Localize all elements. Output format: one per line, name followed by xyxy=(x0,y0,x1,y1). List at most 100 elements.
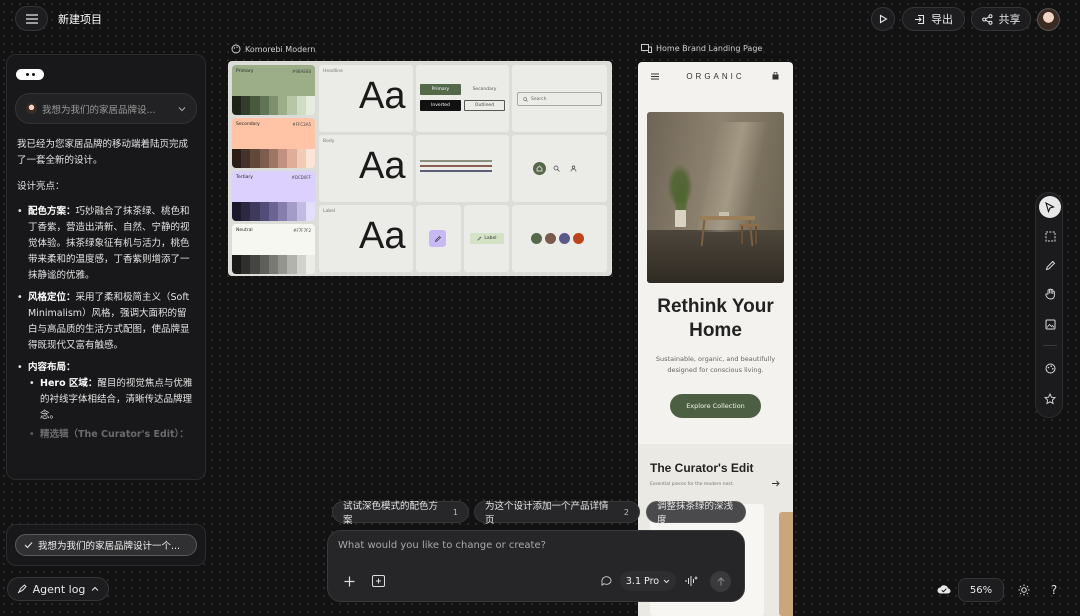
theme-tool[interactable] xyxy=(1039,357,1061,379)
landing-frame-label[interactable]: Home Brand Landing Page xyxy=(641,44,762,53)
chat-bubble-icon[interactable] xyxy=(601,576,612,586)
swatch-fill: Tertiary #DCD0FF xyxy=(232,171,315,202)
design-system-card[interactable]: Primary #9BAE88 Secondary #FFC3A5 Tertiary… xyxy=(228,61,612,276)
swatch-ramp-step xyxy=(278,255,288,274)
marquee-tool[interactable] xyxy=(1039,225,1061,247)
share-button[interactable]: 共享 xyxy=(971,7,1031,31)
swatch-ramp-step xyxy=(287,149,297,168)
swatch-ramp-step xyxy=(232,255,242,274)
suggestion-chip[interactable]: 试试深色模式的配色方案 1 xyxy=(332,501,469,526)
type-tile-headline: Headline Aa xyxy=(319,65,413,132)
person-icon xyxy=(570,165,577,172)
menu-button[interactable] xyxy=(15,6,48,31)
zoom-label: 56% xyxy=(969,584,993,596)
delete-icon xyxy=(573,233,584,244)
swatch-ramp-step xyxy=(287,202,297,221)
swatch-ramp-step xyxy=(232,149,242,168)
favorites-tool[interactable] xyxy=(1039,388,1061,410)
buttons-tile: Primary Secondary Inverted Outlined xyxy=(416,65,509,132)
section-title: The Curator's Edit xyxy=(650,461,754,475)
swatch-ramp-step xyxy=(296,255,306,274)
task-chip[interactable]: 我想为我们的家居品牌设计一个... xyxy=(15,534,197,556)
chat-intro: 我已经为您家居品牌的移动端着陆页完成了一套全新的设计。 xyxy=(17,139,189,166)
sample-chip: Label xyxy=(470,233,504,244)
agent-log-label: Agent log xyxy=(32,582,86,596)
swatch-ramp-step xyxy=(268,96,279,115)
sun-icon xyxy=(1018,584,1030,596)
pen-tool[interactable] xyxy=(1039,254,1061,276)
model-label: 3.1 Pro xyxy=(625,575,660,587)
swatch-ramp-step xyxy=(296,96,306,115)
swatch-ramp-step xyxy=(296,149,306,168)
project-title[interactable]: 新建项目 xyxy=(58,11,102,27)
shopping-bag-icon[interactable] xyxy=(772,72,779,80)
edit-icon xyxy=(429,230,446,247)
type-tile-body: Body Aa xyxy=(319,135,413,202)
chevron-down-icon xyxy=(663,579,670,583)
swatch-ramp-step xyxy=(241,202,251,221)
rocket-icon xyxy=(17,584,27,594)
text-lines-tile xyxy=(416,135,509,202)
theme-toggle-button[interactable] xyxy=(1012,578,1036,602)
zoom-level[interactable]: 56% xyxy=(958,578,1004,602)
swatch-ramp-step xyxy=(259,96,269,115)
export-button[interactable]: 导出 xyxy=(902,7,965,31)
suggestion-chip[interactable]: 调整抹茶绿的深浅度 xyxy=(646,501,746,526)
user-avatar[interactable] xyxy=(1037,8,1060,31)
help-button[interactable]: ? xyxy=(1042,578,1066,602)
swatch-ramp-step xyxy=(287,96,297,115)
user-message-bubble[interactable]: 我想为我们的家居品牌设... xyxy=(15,93,197,124)
swatch-primary: Primary #9BAE88 xyxy=(232,65,315,115)
prompt-input[interactable]: What would you like to change or create? xyxy=(338,540,546,551)
design-system-title: Komorebi Modern xyxy=(245,44,316,54)
edit-icon xyxy=(531,233,542,244)
sample-outlined-button: Outlined xyxy=(464,100,505,111)
marquee-select-icon xyxy=(1045,231,1055,241)
select-tool[interactable] xyxy=(1039,196,1061,218)
chevron-up-icon xyxy=(92,586,99,591)
swatch-ramp-step xyxy=(259,202,269,221)
swatch-ramp-step xyxy=(250,149,260,168)
image-icon xyxy=(1045,319,1055,329)
play-icon xyxy=(879,14,888,24)
type-tile-label: Label Aa xyxy=(319,205,413,272)
check-icon xyxy=(24,542,33,549)
cloud-sync-icon[interactable] xyxy=(937,584,951,594)
hero-subtitle: Sustainable, organic, and beautifully de… xyxy=(655,355,776,374)
play-preview-button[interactable] xyxy=(871,7,895,31)
chat-panel: 我想为我们的家居品牌设... 我已经为您家居品牌的移动端着陆页完成了一套全新的设… xyxy=(6,54,206,480)
brand-logo[interactable]: ORGANIC xyxy=(638,72,793,81)
swatch-secondary: Secondary #FFC3A5 xyxy=(232,118,315,168)
list-item: 内容布局： xyxy=(17,360,195,376)
explore-collection-button[interactable]: Explore Collection xyxy=(670,394,761,418)
chat-highlights-heading: 设计亮点： xyxy=(17,181,65,192)
voice-sparkle-icon[interactable] xyxy=(685,575,698,587)
export-label: 导出 xyxy=(931,13,953,26)
search-icon xyxy=(553,165,560,172)
model-selector[interactable]: 3.1 Pro xyxy=(620,571,676,591)
help-icon: ? xyxy=(1050,583,1058,597)
hand-tool[interactable] xyxy=(1039,283,1061,305)
sample-search-input: Search xyxy=(517,92,602,106)
user-avatar-small xyxy=(26,103,37,114)
edit-icon xyxy=(477,236,482,241)
send-button[interactable] xyxy=(710,571,731,592)
agent-log-button[interactable]: Agent log xyxy=(7,577,109,601)
image-tool[interactable] xyxy=(1039,313,1061,335)
fab-tile xyxy=(416,205,461,272)
search-tile: Search xyxy=(512,65,607,132)
arrow-right-icon[interactable] xyxy=(772,480,780,487)
palette-icon xyxy=(231,44,241,54)
design-system-frame-label[interactable]: Komorebi Modern xyxy=(231,44,315,54)
swatch-ramp-step xyxy=(250,96,260,115)
icon-buttons-tile xyxy=(512,205,607,272)
sample-secondary-button: Secondary xyxy=(472,87,497,92)
share-icon xyxy=(981,13,992,25)
product-card[interactable] xyxy=(779,512,793,616)
add-icon[interactable] xyxy=(344,576,355,587)
swatch-ramp-step xyxy=(268,255,279,274)
add-media-icon[interactable] xyxy=(372,575,385,587)
suggestion-chip[interactable]: 为这个设计添加一个产品详情页 2 xyxy=(474,501,640,526)
hand-icon xyxy=(1044,288,1055,300)
palette-icon xyxy=(1045,363,1055,373)
